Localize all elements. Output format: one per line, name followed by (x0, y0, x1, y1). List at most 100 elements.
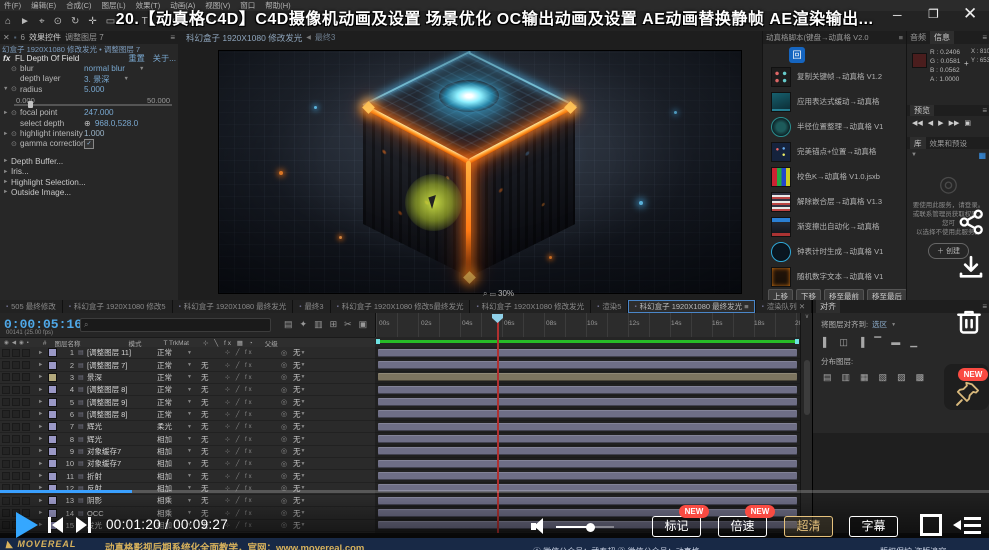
transport-button[interactable]: ▶▶ (949, 119, 960, 127)
parent-pickwhip-icon[interactable]: ◎ (281, 349, 293, 357)
layer-color-swatch[interactable] (48, 409, 57, 419)
layer-trkmat-dropdown[interactable]: 无 (201, 397, 225, 408)
layer-color-swatch[interactable] (48, 372, 57, 382)
script-list-button[interactable]: 移至最前 (824, 289, 864, 300)
layer-parent-dropdown[interactable]: 无 (293, 409, 301, 420)
comp-tab[interactable]: 505 最终修改 (0, 300, 63, 313)
track-row[interactable] (375, 433, 800, 446)
about-link[interactable]: 关于... (153, 52, 176, 64)
script-item[interactable]: 半径位置整理→动真格 V1 (763, 114, 906, 139)
timeline-tool-icon[interactable]: ▤ (284, 319, 293, 330)
layer-parent-dropdown[interactable]: 无 (293, 384, 301, 395)
layer-row[interactable]: ► 9 ▤ 对象缓存7 相加 ▼ 无 ⊹ ╱ fx ◎ 无 ▼ (0, 445, 375, 459)
layer-name[interactable]: [调整图层 8] (87, 384, 157, 395)
script-list-button[interactable]: 下移 (796, 289, 821, 300)
align-button[interactable]: ▌ (823, 337, 829, 348)
layer-color-swatch[interactable] (48, 397, 57, 407)
script-item[interactable]: 渐变擦出自动化→动真格 (763, 214, 906, 239)
layer-duration-bar[interactable] (378, 385, 797, 394)
slider-handle[interactable] (28, 100, 33, 108)
seek-bar[interactable] (0, 490, 989, 493)
comp-tab[interactable]: 渲染队列 ✕ (755, 300, 812, 313)
layer-mode-dropdown[interactable]: 正常 (157, 397, 187, 408)
comp-tab[interactable]: 科幻盒子 1920X1080 修改5最终发光 (330, 300, 471, 313)
layer-color-swatch[interactable] (48, 422, 57, 432)
layer-parent-dropdown[interactable]: 无 (293, 458, 301, 469)
download-icon[interactable] (956, 253, 986, 283)
track-row[interactable] (375, 458, 800, 471)
param-row-radius[interactable]: ▼ ⊙ radius 5.000 (0, 84, 178, 94)
layer-switches[interactable]: ⊹ ╱ fx (225, 362, 281, 369)
effect-group-row[interactable]: ► Outside Image... (0, 187, 178, 197)
layer-duration-bar[interactable] (378, 471, 797, 480)
crosshair-icon[interactable]: ⊕ (84, 118, 91, 128)
layer-switches[interactable]: ⊹ ╱ fx (225, 473, 281, 480)
layer-name[interactable]: 对象缓存7 (87, 446, 157, 457)
playlist-button[interactable] (953, 516, 983, 534)
expand-arrow[interactable]: ► (38, 473, 48, 479)
work-area-bar[interactable] (378, 340, 797, 343)
layer-parent-dropdown[interactable]: 无 (293, 372, 301, 383)
layer-duration-bar[interactable] (378, 373, 797, 382)
parent-pickwhip-icon[interactable]: ◎ (281, 386, 293, 394)
layer-trkmat-dropdown[interactable]: 无 (201, 372, 225, 383)
layer-mode-dropdown[interactable]: 正常 (157, 347, 187, 358)
layer-mode-dropdown[interactable]: 相加 (157, 446, 187, 457)
layer-mode-dropdown[interactable]: 正常 (157, 360, 187, 371)
layer-row[interactable]: ► 2 ▤ [调整图层 7] 正常 ▼ 无 ⊹ ╱ fx ◎ 无 ▼ (0, 359, 375, 372)
layer-name[interactable]: 辉光 (87, 421, 157, 432)
align-button[interactable]: ▐ (858, 337, 864, 348)
track-row[interactable] (375, 372, 800, 385)
gamma-checkbox[interactable]: ✓ (84, 138, 94, 149)
script-item[interactable]: 应用表达式缓动→动真格 (763, 89, 906, 114)
layer-row[interactable]: ► 5 ▤ [调整图层 9] 正常 ▼ 无 ⊹ ╱ fx ◎ 无 ▼ (0, 396, 375, 409)
layer-color-swatch[interactable] (48, 471, 57, 481)
layer-parent-dropdown[interactable]: 无 (293, 421, 301, 432)
comp-tab[interactable]: 渲染5 (591, 300, 629, 313)
timeline-tool-icon[interactable]: ✂ (344, 319, 352, 330)
seek-bar-progress[interactable] (0, 489, 132, 493)
layer-row[interactable]: ► 10 ▤ 对象缓存7 相加 ▼ 无 ⊹ ╱ fx ◎ 无 ▼ (0, 458, 375, 471)
layer-duration-bar[interactable] (378, 348, 797, 357)
track-row[interactable] (375, 483, 800, 496)
expand-arrow[interactable]: ► (38, 387, 48, 393)
layer-color-swatch[interactable] (48, 385, 57, 395)
layer-duration-bar[interactable] (378, 434, 797, 443)
layer-trkmat-dropdown[interactable]: 无 (201, 360, 225, 371)
transport-button[interactable]: ◀ (928, 119, 933, 127)
layer-mode-dropdown[interactable]: 正常 (157, 372, 187, 383)
track-row[interactable] (375, 396, 800, 409)
layer-mode-dropdown[interactable]: 相加 (157, 434, 187, 445)
expand-arrow[interactable]: ► (38, 424, 48, 430)
tab-scroll-arrow[interactable]: ◀ (306, 34, 311, 41)
close-icon[interactable]: ✕ (3, 33, 10, 42)
layer-name[interactable]: [调整图层 9] (87, 397, 157, 408)
scroll-thumb[interactable] (804, 360, 810, 415)
tab-audio[interactable]: 音频 (910, 32, 926, 43)
mark-button[interactable]: 标记 (652, 516, 701, 537)
timeline-search-input[interactable]: ⌕ (80, 318, 271, 332)
work-area-end-handle[interactable] (795, 339, 799, 344)
distribute-button[interactable]: ▦ (860, 372, 869, 383)
layer-switches[interactable]: ⊹ ╱ fx (225, 386, 281, 393)
transport-button[interactable]: ▶ (938, 119, 943, 127)
tab-align[interactable]: 对齐 (816, 300, 840, 313)
layer-row[interactable]: ► 3 ▤ 景深 正常 ▼ 无 ⊹ ╱ fx ◎ 无 ▼ (0, 371, 375, 385)
layer-trkmat-dropdown[interactable]: 无 (201, 421, 225, 432)
layer-switches[interactable]: ⊹ ╱ fx (225, 374, 281, 381)
layer-mode-dropdown[interactable]: 正常 (157, 384, 187, 395)
distribute-button[interactable]: ▤ (823, 372, 832, 383)
align-button[interactable]: ▔ (874, 337, 881, 348)
layer-row[interactable]: ► 4 ▤ [调整图层 8] 正常 ▼ 无 ⊹ ╱ fx ◎ 无 ▼ (0, 384, 375, 397)
parent-pickwhip-icon[interactable]: ◎ (281, 398, 293, 406)
layer-parent-dropdown[interactable]: 无 (293, 434, 301, 445)
focal-value[interactable]: 247.000 (84, 108, 114, 117)
layer-color-swatch[interactable] (48, 348, 57, 358)
layer-name[interactable]: [调整图层 7] (87, 360, 157, 371)
layer-trkmat-dropdown[interactable]: 无 (201, 409, 225, 420)
transport-button[interactable]: ◀◀ (912, 119, 923, 127)
layer-switches[interactable]: ⊹ ╱ fx (225, 399, 281, 406)
tab-info[interactable]: 信息 (930, 31, 954, 44)
script-item[interactable]: 钟表计时生成→动真格 V1 (763, 239, 906, 264)
param-row-select-depth[interactable]: select depth ⊕ 968.0,528.0 (0, 118, 178, 129)
